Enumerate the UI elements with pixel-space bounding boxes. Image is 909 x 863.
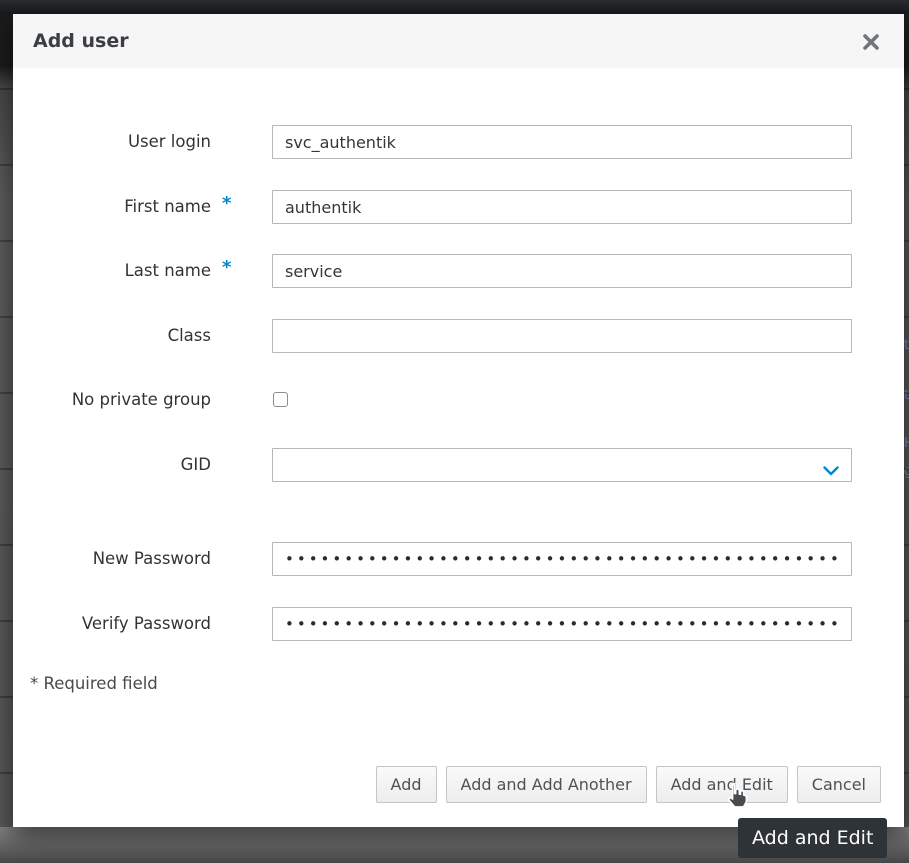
- field-row-no-private-group: No private group: [13, 383, 904, 417]
- background-text-fragment: H: [904, 438, 909, 450]
- add-button[interactable]: Add: [376, 766, 437, 803]
- screen: t t H g Add user User login First name *: [0, 0, 909, 863]
- add-user-dialog: Add user User login First name * Last na…: [13, 14, 904, 827]
- required-asterisk: *: [222, 257, 231, 278]
- user-login-input[interactable]: [272, 125, 852, 159]
- background-navbar: [0, 0, 909, 14]
- background-overlay-right: t t H g: [904, 14, 909, 827]
- add-and-add-another-button[interactable]: Add and Add Another: [446, 766, 647, 803]
- field-label: First name: [13, 190, 211, 224]
- new-password-input[interactable]: [272, 542, 852, 576]
- background-text-fragment: t: [904, 390, 909, 402]
- field-row-verify-password: Verify Password: [13, 607, 904, 641]
- field-label: Verify Password: [13, 607, 211, 641]
- background-text-fragment: g: [904, 466, 909, 478]
- last-name-input[interactable]: [272, 254, 852, 288]
- class-input[interactable]: [272, 319, 852, 353]
- field-row-new-password: New Password: [13, 542, 904, 576]
- add-and-edit-button[interactable]: Add and Edit: [656, 766, 788, 803]
- field-label: New Password: [13, 542, 211, 576]
- field-row-last-name: Last name *: [13, 254, 904, 288]
- field-row-gid: GID: [13, 448, 904, 482]
- field-label: User login: [13, 125, 211, 159]
- dialog-title: Add user: [33, 14, 129, 68]
- dialog-header: Add user: [13, 14, 904, 68]
- field-label: Class: [13, 319, 211, 353]
- close-icon[interactable]: [861, 32, 881, 52]
- field-label: GID: [13, 448, 211, 482]
- verify-password-input[interactable]: [272, 607, 852, 641]
- background-text-fragment: t: [904, 340, 909, 352]
- chevron-down-icon: [823, 461, 839, 480]
- dialog-button-row: Add Add and Add Another Add and Edit Can…: [376, 766, 881, 803]
- no-private-group-checkbox[interactable]: [273, 392, 288, 407]
- field-row-first-name: First name *: [13, 190, 904, 224]
- gid-select[interactable]: [272, 448, 852, 482]
- cancel-button[interactable]: Cancel: [797, 766, 881, 803]
- required-asterisk: *: [222, 193, 231, 214]
- first-name-input[interactable]: [272, 190, 852, 224]
- background-overlay-left: [0, 14, 13, 827]
- field-label: Last name: [13, 254, 211, 288]
- field-row-class: Class: [13, 319, 904, 353]
- tooltip: Add and Edit: [738, 818, 887, 858]
- required-field-note: * Required field: [30, 674, 158, 693]
- field-row-user-login: User login: [13, 125, 904, 159]
- field-label: No private group: [13, 383, 211, 417]
